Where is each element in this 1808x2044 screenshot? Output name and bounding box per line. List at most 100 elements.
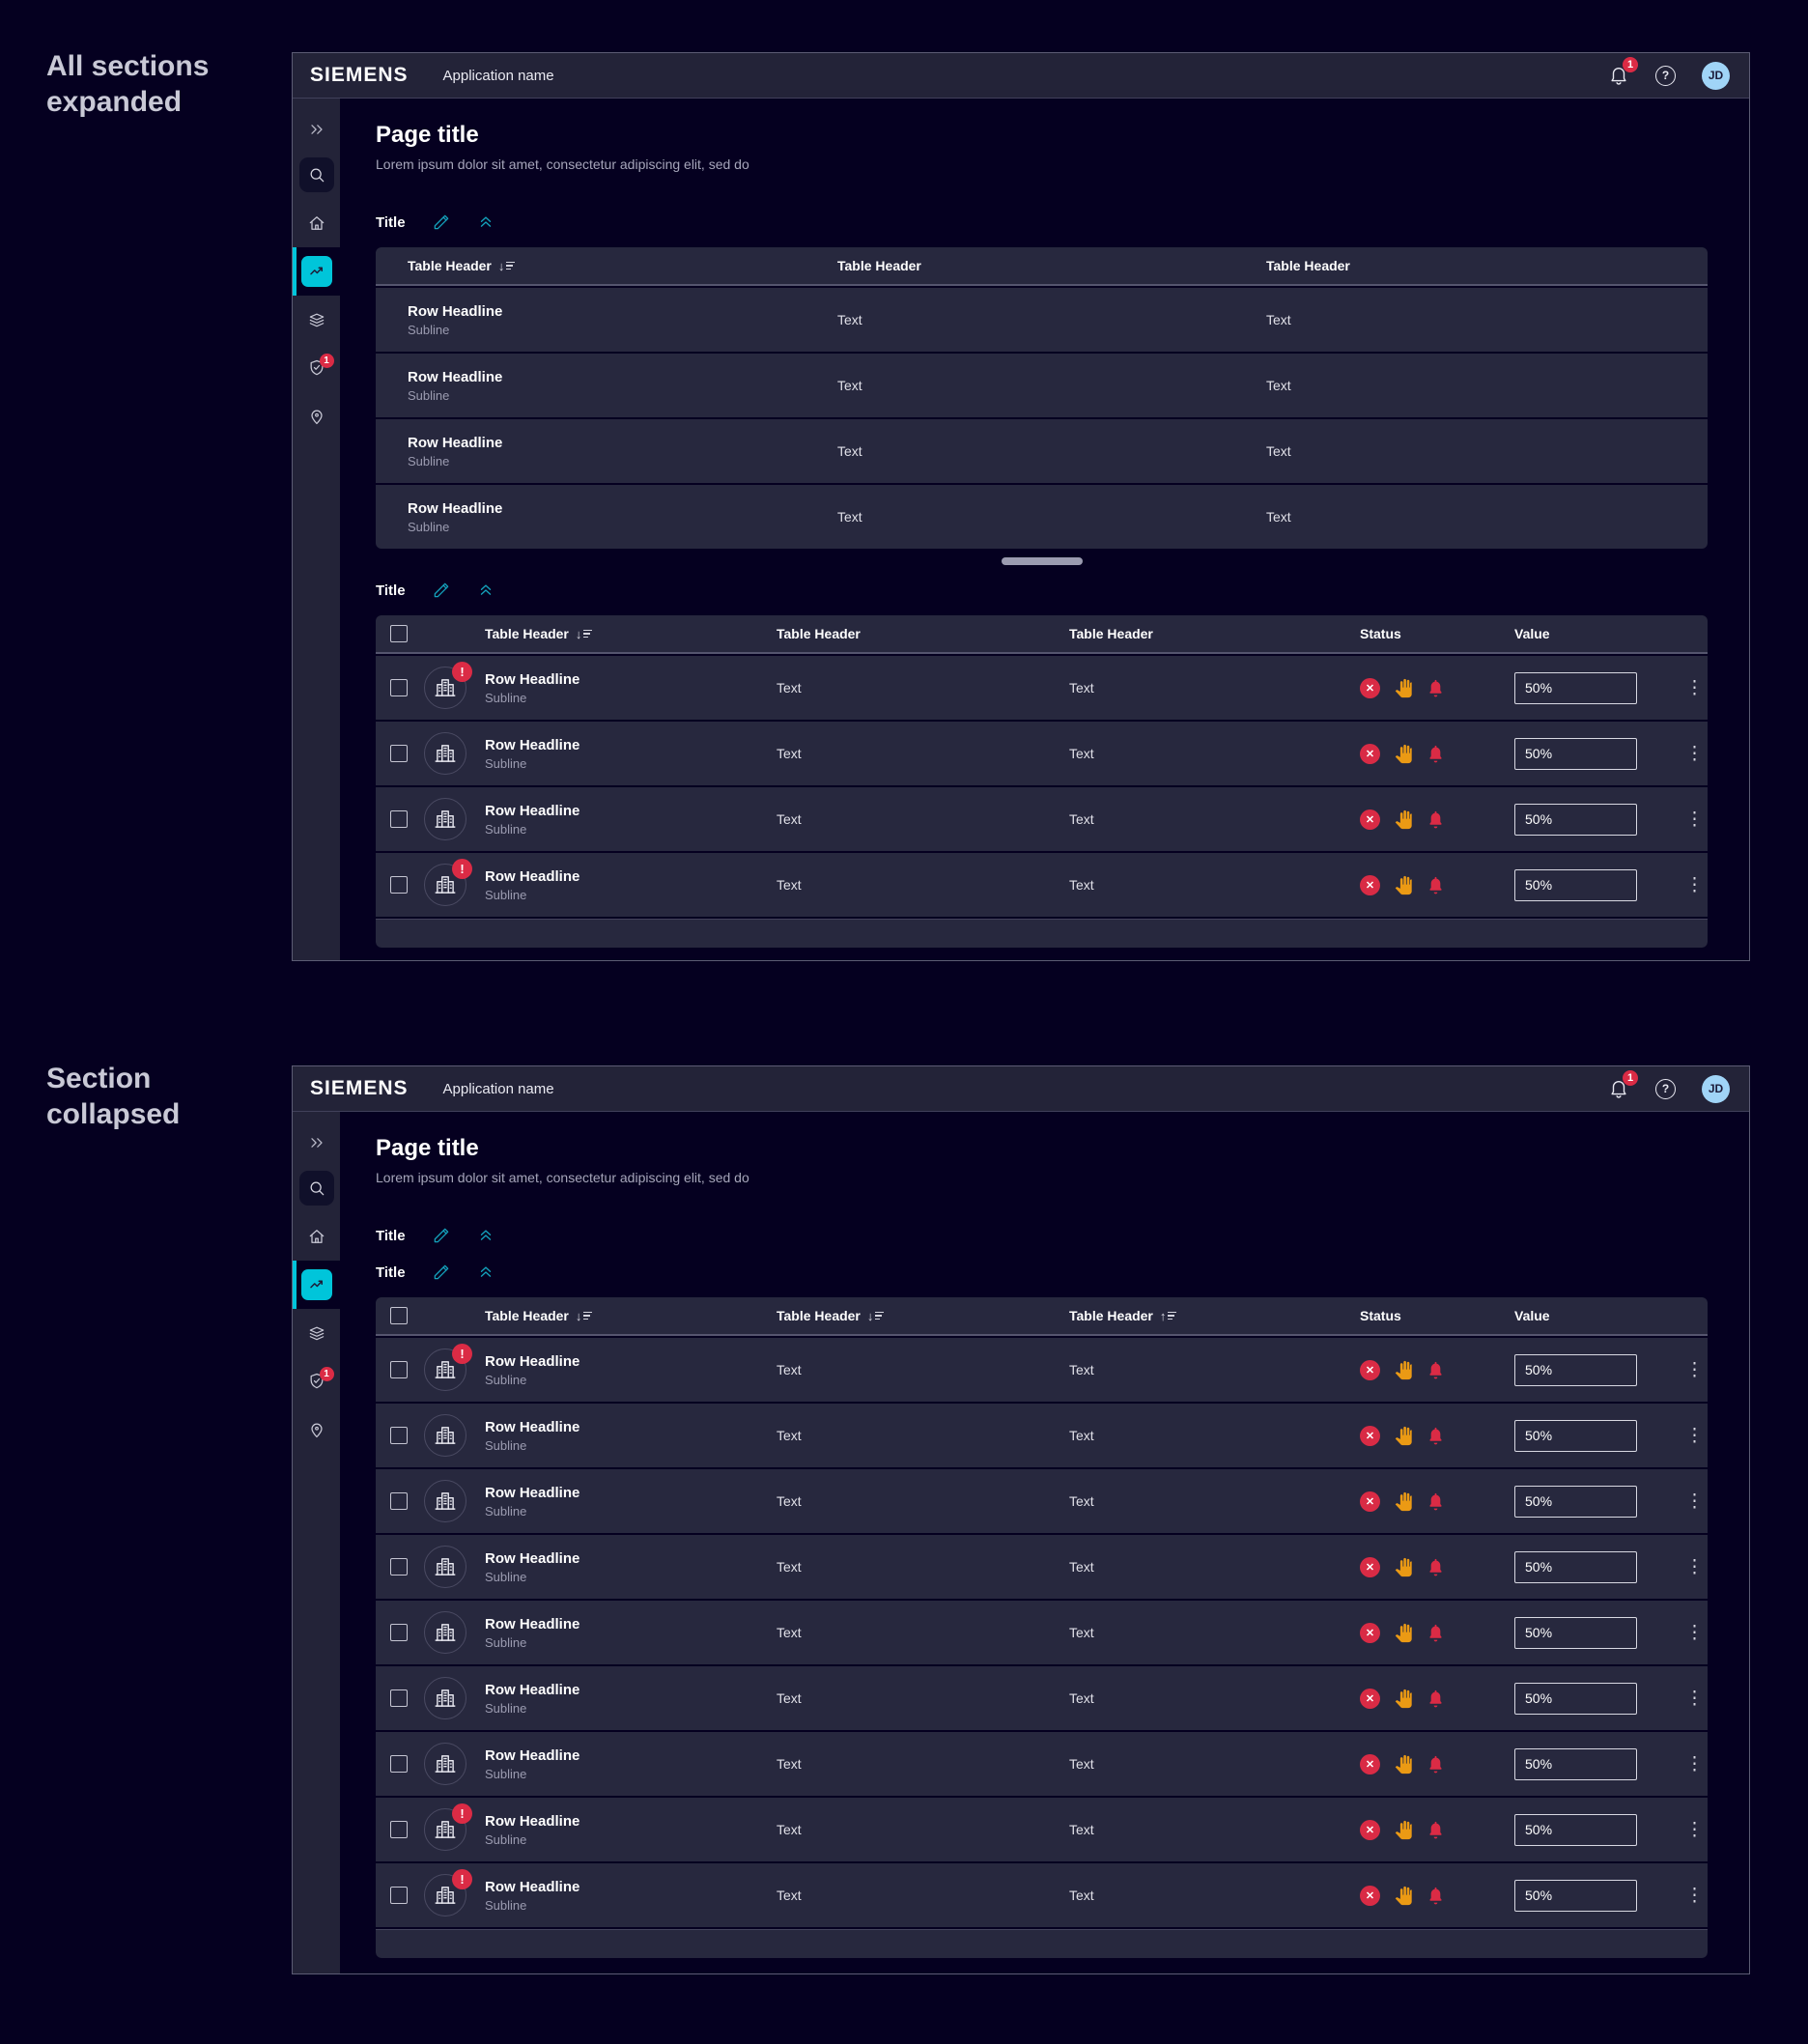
expand-section-button[interactable] (477, 1227, 494, 1244)
row-checkbox[interactable] (390, 1427, 408, 1444)
table-row[interactable]: Row Headline Subline Text Text ✕ ⋮ (376, 722, 1708, 785)
kebab-menu-button[interactable]: ⋮ (1681, 1427, 1708, 1445)
row-checkbox[interactable] (390, 876, 408, 894)
edit-title-button[interactable] (432, 581, 451, 600)
kebab-menu-button[interactable]: ⋮ (1681, 810, 1708, 829)
value-input[interactable] (1514, 1682, 1637, 1715)
table-row[interactable]: Row Headline Subline Text Text ✕ ⋮ (376, 1535, 1708, 1599)
edit-title-button[interactable] (432, 1263, 451, 1282)
column-header[interactable]: Table Header (1266, 258, 1708, 273)
value-input[interactable] (1514, 671, 1637, 704)
row-checkbox[interactable] (390, 1492, 408, 1510)
sidebar-item-search[interactable] (293, 151, 340, 199)
row-checkbox[interactable] (390, 745, 408, 762)
value-input[interactable] (1514, 1747, 1637, 1780)
user-avatar[interactable]: JD (1702, 1074, 1730, 1103)
value-input[interactable] (1514, 1813, 1637, 1846)
value-input[interactable] (1514, 1550, 1637, 1583)
table-row[interactable]: Row Headline Subline Text Text ✕ ⋮ (376, 1404, 1708, 1467)
table-row[interactable]: ! Row Headline Subline Text Text ✕ ⋮ (376, 656, 1708, 720)
table-row[interactable]: Row Headline Subline Text Text ✕ ⋮ (376, 1732, 1708, 1796)
edit-title-button[interactable] (432, 1226, 451, 1245)
user-avatar[interactable]: JD (1702, 61, 1730, 90)
table-row[interactable]: Row Headline Subline Text Text (376, 288, 1708, 352)
column-header[interactable]: Table Header ↓ (422, 626, 777, 641)
value-input[interactable] (1514, 1353, 1637, 1386)
kebab-menu-button[interactable]: ⋮ (1681, 1558, 1708, 1576)
kebab-menu-button[interactable]: ⋮ (1681, 876, 1708, 894)
table-row[interactable]: ! Row Headline Subline Text Text ✕ ⋮ (376, 853, 1708, 917)
sidebar-expand-button[interactable] (293, 108, 340, 151)
kebab-menu-button[interactable]: ⋮ (1681, 1689, 1708, 1708)
collapse-section-button[interactable] (477, 213, 494, 231)
table-row[interactable]: Row Headline Subline Text Text ✕ ⋮ (376, 1469, 1708, 1533)
edit-title-button[interactable] (432, 213, 451, 232)
sidebar-item-home[interactable] (293, 1212, 340, 1261)
sidebar-expand-button[interactable] (293, 1121, 340, 1164)
select-all-checkbox[interactable] (390, 625, 408, 642)
row-checkbox[interactable] (390, 1689, 408, 1707)
table-row[interactable]: Row Headline Subline Text Text ✕ ⋮ (376, 1666, 1708, 1730)
help-button[interactable]: ? (1655, 65, 1676, 86)
value-input[interactable] (1514, 1485, 1637, 1518)
kebab-menu-button[interactable]: ⋮ (1681, 679, 1708, 697)
sidebar-item-search[interactable] (293, 1164, 340, 1212)
kebab-menu-button[interactable]: ⋮ (1681, 1361, 1708, 1379)
notifications-button[interactable]: 1 (1608, 57, 1638, 86)
column-header[interactable]: Table Header (777, 626, 1069, 641)
kebab-menu-button[interactable]: ⋮ (1681, 1821, 1708, 1839)
value-input[interactable] (1514, 1419, 1637, 1452)
row-checkbox[interactable] (390, 810, 408, 828)
notifications-button[interactable]: 1 (1608, 1070, 1638, 1099)
table-row[interactable]: ! Row Headline Subline Text Text ✕ ⋮ (376, 1798, 1708, 1861)
column-header[interactable]: Value (1514, 1308, 1681, 1323)
sidebar-item-chart[interactable] (293, 1261, 340, 1309)
kebab-menu-button[interactable]: ⋮ (1681, 1492, 1708, 1511)
sidebar-item-home[interactable] (293, 199, 340, 247)
row-checkbox[interactable] (390, 1361, 408, 1378)
value-input[interactable] (1514, 1879, 1637, 1912)
row-checkbox[interactable] (390, 1558, 408, 1576)
row-checkbox[interactable] (390, 679, 408, 696)
table-row[interactable]: ! Row Headline Subline Text Text ✕ ⋮ (376, 1863, 1708, 1927)
table-row[interactable]: ! Row Headline Subline Text Text ✕ ⋮ (376, 1338, 1708, 1402)
row-checkbox[interactable] (390, 1821, 408, 1838)
column-header[interactable]: Table Header (837, 258, 1266, 273)
column-header[interactable]: Table Header ↓ (376, 258, 837, 273)
section-resize-handle[interactable] (1001, 557, 1083, 565)
table-row[interactable]: Row Headline Subline Text Text (376, 419, 1708, 483)
value-input[interactable] (1514, 868, 1637, 901)
sidebar-item-location[interactable] (293, 1405, 340, 1454)
column-header[interactable]: Table Header ↓ (777, 1308, 1069, 1323)
row-checkbox[interactable] (390, 1755, 408, 1773)
sidebar-item-location[interactable] (293, 392, 340, 440)
table-row[interactable]: Row Headline Subline Text Text (376, 354, 1708, 417)
column-header[interactable]: Status (1360, 1308, 1514, 1323)
sidebar-item-shield[interactable]: 1 (293, 344, 340, 392)
row-checkbox[interactable] (390, 1624, 408, 1641)
kebab-menu-button[interactable]: ⋮ (1681, 745, 1708, 763)
value-input[interactable] (1514, 803, 1637, 836)
kebab-menu-button[interactable]: ⋮ (1681, 1624, 1708, 1642)
table-row[interactable]: Row Headline Subline Text Text (376, 485, 1708, 549)
column-header[interactable]: Table Header ↑ (1069, 1308, 1360, 1323)
sidebar-item-layers[interactable] (293, 296, 340, 344)
column-header[interactable]: Value (1514, 626, 1681, 641)
sidebar-item-layers[interactable] (293, 1309, 340, 1357)
table-row[interactable]: Row Headline Subline Text Text ✕ ⋮ (376, 787, 1708, 851)
sidebar-item-shield[interactable]: 1 (293, 1357, 340, 1405)
collapse-section-button[interactable] (477, 582, 494, 599)
select-all-checkbox[interactable] (390, 1307, 408, 1324)
kebab-menu-button[interactable]: ⋮ (1681, 1755, 1708, 1774)
column-header[interactable]: Table Header (1069, 626, 1360, 641)
column-header[interactable]: Table Header ↓ (422, 1308, 777, 1323)
kebab-menu-button[interactable]: ⋮ (1681, 1887, 1708, 1905)
collapse-section-button[interactable] (477, 1263, 494, 1281)
sidebar-item-chart[interactable] (293, 247, 340, 296)
column-header[interactable]: Status (1360, 626, 1514, 641)
help-button[interactable]: ? (1655, 1078, 1676, 1099)
value-input[interactable] (1514, 737, 1637, 770)
table-row[interactable]: Row Headline Subline Text Text ✕ ⋮ (376, 1601, 1708, 1664)
row-checkbox[interactable] (390, 1887, 408, 1904)
value-input[interactable] (1514, 1616, 1637, 1649)
